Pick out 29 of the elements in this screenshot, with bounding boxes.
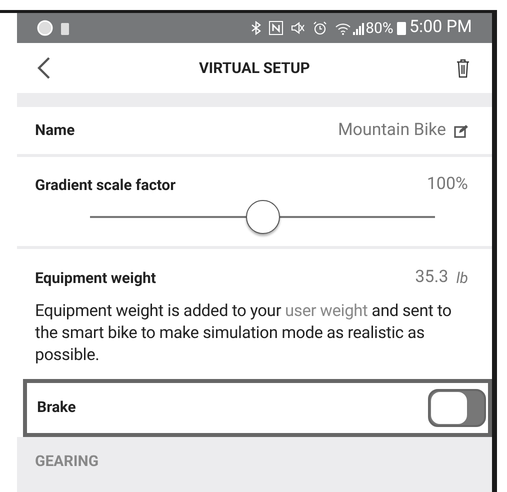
clock-time: 5:00 PM bbox=[409, 16, 472, 40]
back-button[interactable] bbox=[37, 55, 53, 81]
screen-title: VIRTUAL SETUP bbox=[199, 59, 310, 77]
brake-toggle[interactable] bbox=[428, 388, 486, 426]
description-text: Equipment weight is added to your user weight and sent to the smart bike to make simulation mode as realistic as possible. bbox=[35, 300, 452, 366]
user-weight-link[interactable]: user weight bbox=[285, 302, 368, 320]
name-value: Mountain Bike bbox=[338, 118, 446, 142]
nfc-icon bbox=[268, 21, 283, 35]
field-label: Gradient scale factor bbox=[35, 174, 176, 196]
weight-value: 35.3 bbox=[415, 266, 448, 289]
field-label: Name bbox=[35, 120, 75, 142]
slider[interactable] bbox=[90, 200, 435, 236]
mute-icon bbox=[290, 21, 305, 35]
edit-button[interactable] bbox=[454, 124, 468, 138]
weight-unit: lb bbox=[456, 268, 468, 288]
field-label: Equipment weight bbox=[35, 268, 156, 288]
battery-percent: 80% bbox=[366, 18, 394, 39]
wifi-icon bbox=[334, 22, 351, 34]
app-notification-icon bbox=[37, 20, 53, 36]
slider-thumb[interactable] bbox=[246, 200, 280, 234]
gradient-reading: 100% bbox=[426, 173, 468, 196]
battery-icon bbox=[61, 22, 69, 34]
delete-button[interactable] bbox=[456, 58, 472, 78]
bluetooth-icon bbox=[250, 21, 261, 35]
battery-icon bbox=[397, 21, 406, 35]
field-label: Brake bbox=[37, 397, 76, 418]
section-header: GEARING bbox=[35, 452, 99, 470]
alarm-icon bbox=[312, 21, 327, 35]
signal-icon bbox=[352, 22, 365, 34]
